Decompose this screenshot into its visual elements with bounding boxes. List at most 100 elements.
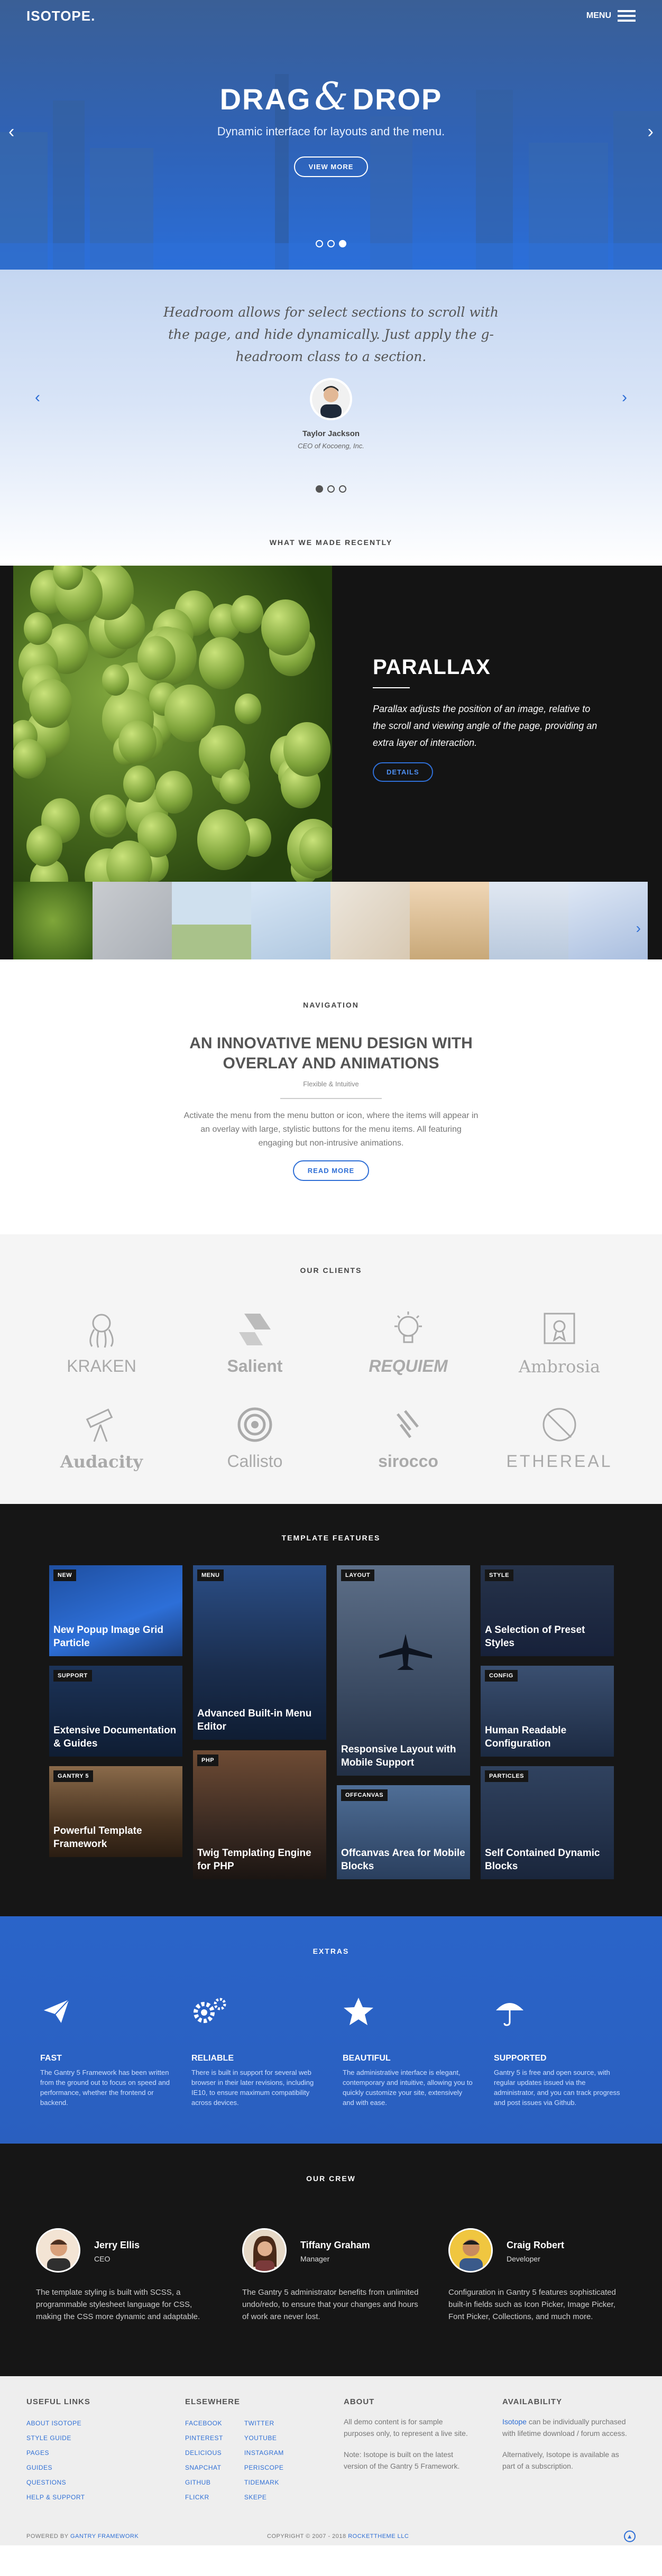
footer-link[interactable]: FACEBOOK [185, 2416, 223, 2431]
footer-heading: ELSEWHERE [185, 2397, 241, 2406]
footer-link[interactable]: STYLE GUIDE [26, 2431, 90, 2445]
extra-reliable: RELIABLE There is built in support for s… [191, 1996, 324, 2108]
footer-link[interactable]: GITHUB [185, 2475, 223, 2490]
crew-role: CEO [94, 2255, 111, 2263]
hamburger-icon [618, 10, 636, 22]
feature-tile-framework[interactable]: GANTRY 5 Powerful Template Framework [49, 1766, 182, 1857]
client-sirocco[interactable]: sirocco [345, 1404, 472, 1471]
testimonial-dot-2[interactable] [327, 485, 335, 493]
testimonial-dot-3[interactable] [339, 485, 346, 493]
grape [137, 636, 176, 680]
crew-section: OUR CREW Jerry Ellis CEO The template st… [0, 2144, 662, 2376]
client-ethereal[interactable]: ETHEREAL [496, 1404, 623, 1471]
client-callisto[interactable]: Callisto [191, 1404, 318, 1471]
footer-link[interactable]: SKEPE [244, 2490, 284, 2505]
thumbnail-5[interactable] [330, 882, 410, 959]
certificate-icon [544, 1313, 575, 1344]
footer-link[interactable]: PERISCOPE [244, 2460, 284, 2475]
grape [299, 826, 332, 871]
thumbnail-2[interactable] [93, 882, 172, 959]
crew-avatar [36, 2228, 80, 2273]
navigation-divider [280, 1098, 382, 1099]
footer-link[interactable]: TIDEMARK [244, 2475, 284, 2490]
hero-dot-2[interactable] [327, 240, 335, 247]
feature-tile-preset-styles[interactable]: STYLE A Selection of Preset Styles [481, 1565, 614, 1656]
footer-link[interactable]: ABOUT ISOTOPE [26, 2416, 90, 2431]
extra-title: FAST [40, 2054, 62, 2063]
gantry-link[interactable]: GANTRY FRAMEWORK [70, 2533, 139, 2540]
navigation-section: NAVIGATION AN INNOVATIVE MENU DESIGN WIT… [0, 959, 662, 1234]
feature-tile-twig[interactable]: PHP Twig Templating Engine for PHP [193, 1750, 326, 1879]
thumbnail-6[interactable] [410, 882, 489, 959]
grape [198, 637, 244, 690]
back-to-top-icon[interactable]: ▲ [624, 2530, 636, 2542]
ethereal-logo-icon [543, 1408, 576, 1442]
client-kraken[interactable]: KRAKEN [38, 1308, 165, 1376]
footer-text: All demo content is for sample purposes … [344, 2417, 468, 2437]
copyright: COPYRIGHT © 2007 - 2018 ROCKETTHEME LLC [267, 2533, 409, 2540]
hero-dot-3[interactable] [339, 240, 346, 247]
hero-title-right: DROP [352, 82, 443, 116]
feature-tile-documentation[interactable]: SUPPORT Extensive Documentation & Guides [49, 1666, 182, 1757]
feature-tile-popup-grid[interactable]: NEW New Popup Image Grid Particle [49, 1565, 182, 1656]
footer-link[interactable]: YOUTUBE [244, 2431, 284, 2445]
read-more-button[interactable]: READ MORE [292, 1160, 370, 1181]
client-name: Audacity [60, 1452, 143, 1472]
feature-title: Advanced Built-in Menu Editor [197, 1708, 312, 1732]
menu-label: MENU [586, 11, 611, 20]
powered-by: POWERED BY GANTRY FRAMEWORK [26, 2533, 139, 2540]
rockettheme-link[interactable]: ROCKETTHEME LLC [348, 2533, 409, 2540]
footer-link[interactable]: FLICKR [185, 2490, 223, 2505]
feature-title: Extensive Documentation & Guides [53, 1725, 177, 1749]
footer-link[interactable]: SNAPCHAT [185, 2460, 223, 2475]
feature-tile-configuration[interactable]: CONFIG Human Readable Configuration [481, 1666, 614, 1757]
client-requiem[interactable]: REQUIEM [345, 1308, 472, 1376]
grape [197, 809, 250, 870]
details-button[interactable]: DETAILS [373, 762, 433, 782]
extra-text: The administrative interface is elegant,… [343, 2069, 473, 2107]
footer-link[interactable]: INSTAGRAM [244, 2445, 284, 2460]
thumbnail-4[interactable] [251, 882, 330, 959]
feature-tile-offcanvas[interactable]: OFFCANVAS Offcanvas Area for Mobile Bloc… [337, 1785, 470, 1879]
thumbnail-1[interactable] [13, 882, 93, 959]
feature-tile-particles[interactable]: PARTICLES Self Contained Dynamic Blocks [481, 1766, 614, 1879]
footer-link[interactable]: PINTEREST [185, 2431, 223, 2445]
feature-title: Powerful Template Framework [53, 1825, 142, 1850]
view-more-button[interactable]: VIEW MORE [293, 156, 369, 177]
feature-tag: STYLE [485, 1569, 513, 1581]
testimonial-dot-1[interactable] [316, 485, 323, 493]
crew-role: Manager [300, 2255, 330, 2263]
isotope-link[interactable]: Isotope [502, 2417, 527, 2426]
client-ambrosia[interactable]: Ambrosia [496, 1308, 623, 1377]
footer-link[interactable]: TWITTER [244, 2416, 284, 2431]
client-salient[interactable]: Salient [191, 1308, 318, 1376]
thumbnail-7[interactable] [489, 882, 568, 959]
crew-role: Developer [507, 2255, 540, 2263]
footer-useful-links: USEFUL LINKS ABOUT ISOTOPE STYLE GUIDE P… [26, 2397, 90, 2505]
feature-tag: GANTRY 5 [53, 1770, 94, 1782]
footer-link[interactable]: GUIDES [26, 2460, 90, 2475]
extras-title: EXTRAS [312, 1947, 350, 1955]
thumbnail-3[interactable] [172, 882, 251, 959]
feature-tile-responsive[interactable]: LAYOUT Responsive Layout with Mobile Sup… [337, 1565, 470, 1776]
grape [219, 769, 250, 805]
extra-supported: SUPPORTED Gantry 5 is free and open sour… [494, 1996, 626, 2108]
hero-dot-1[interactable] [316, 240, 323, 247]
hero-title: DRAG& DROP [0, 74, 662, 118]
feature-tile-menu-editor[interactable]: MENU Advanced Built-in Menu Editor [193, 1565, 326, 1740]
footer-link[interactable]: PAGES [26, 2445, 90, 2460]
footer-link[interactable]: QUESTIONS [26, 2475, 90, 2490]
footer-text: Alternatively, Isotope is available as p… [502, 2450, 619, 2470]
thumbnail-next-arrow-icon[interactable]: › [636, 920, 641, 937]
footer-link[interactable]: DELICIOUS [185, 2445, 223, 2460]
parallax-title: PARALLAX [373, 655, 491, 679]
crew-name: Craig Robert [507, 2240, 565, 2250]
testimonial-prev-arrow-icon[interactable]: ‹ [35, 389, 40, 407]
footer-elsewhere: ELSEWHERE FACEBOOK PINTEREST DELICIOUS S… [185, 2397, 284, 2505]
client-audacity[interactable]: Audacity [38, 1404, 165, 1472]
testimonial-role: CEO of Kocoeng, Inc. [298, 442, 364, 450]
testimonial-next-arrow-icon[interactable]: › [622, 389, 627, 407]
site-logo[interactable]: ISOTOPE. [26, 8, 95, 24]
footer-link[interactable]: HELP & SUPPORT [26, 2490, 90, 2505]
menu-button[interactable]: MENU [586, 10, 636, 22]
